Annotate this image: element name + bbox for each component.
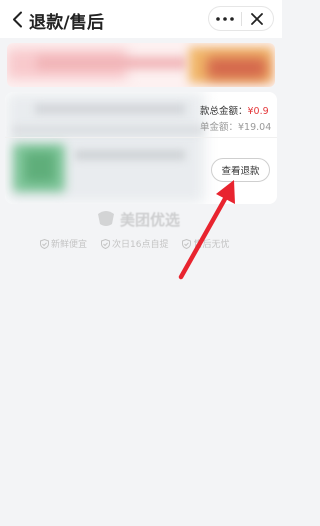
brand-mark-icon bbox=[98, 211, 114, 226]
card-divider bbox=[5, 137, 277, 138]
feature-aftersale: 售后无忧 bbox=[182, 237, 229, 250]
view-refund-button[interactable]: 查看退款 bbox=[211, 158, 270, 182]
chevron-left-icon bbox=[12, 11, 22, 27]
page-title: 退款/售后 bbox=[29, 13, 105, 33]
feature-label: 新鲜便宜 bbox=[51, 240, 88, 250]
order-amount: 单金额：¥19.04 bbox=[200, 119, 271, 133]
order-amount-value: ¥19.04 bbox=[238, 122, 272, 133]
shield-check-icon bbox=[40, 238, 49, 249]
refund-aftersale-page: 退款/售后 款总金额：¥0.9 单金额：¥19.04 查看退款 美团优选 新鲜便… bbox=[0, 0, 282, 526]
more-button[interactable] bbox=[209, 7, 241, 30]
refund-total-amount: ¥0.9 bbox=[247, 106, 269, 117]
mini-program-capsule bbox=[208, 6, 274, 31]
close-button[interactable] bbox=[242, 7, 273, 30]
close-icon bbox=[251, 12, 264, 25]
service-features: 新鲜便宜 次日16点自提 售后无忧 bbox=[40, 237, 229, 250]
promo-banner-blurred[interactable] bbox=[7, 43, 275, 87]
feature-label: 次日16点自提 bbox=[112, 240, 169, 250]
refund-total-label: 款总金额： bbox=[200, 106, 248, 117]
brand-name: 美团优选 bbox=[120, 210, 181, 229]
shield-check-icon bbox=[101, 238, 111, 249]
nav-header: 退款/售后 bbox=[0, 0, 282, 38]
brand-logo: 美团优选 bbox=[96, 208, 180, 230]
more-dots-icon bbox=[216, 16, 234, 21]
shield-check-icon bbox=[182, 238, 192, 249]
refund-total: 款总金额：¥0.9 bbox=[200, 103, 269, 117]
order-amount-label: 单金额： bbox=[200, 122, 239, 133]
feature-fresh: 新鲜便宜 bbox=[40, 237, 87, 250]
feature-label: 售后无忧 bbox=[193, 240, 230, 250]
back-button[interactable] bbox=[8, 9, 26, 29]
feature-pickup: 次日16点自提 bbox=[101, 237, 168, 250]
